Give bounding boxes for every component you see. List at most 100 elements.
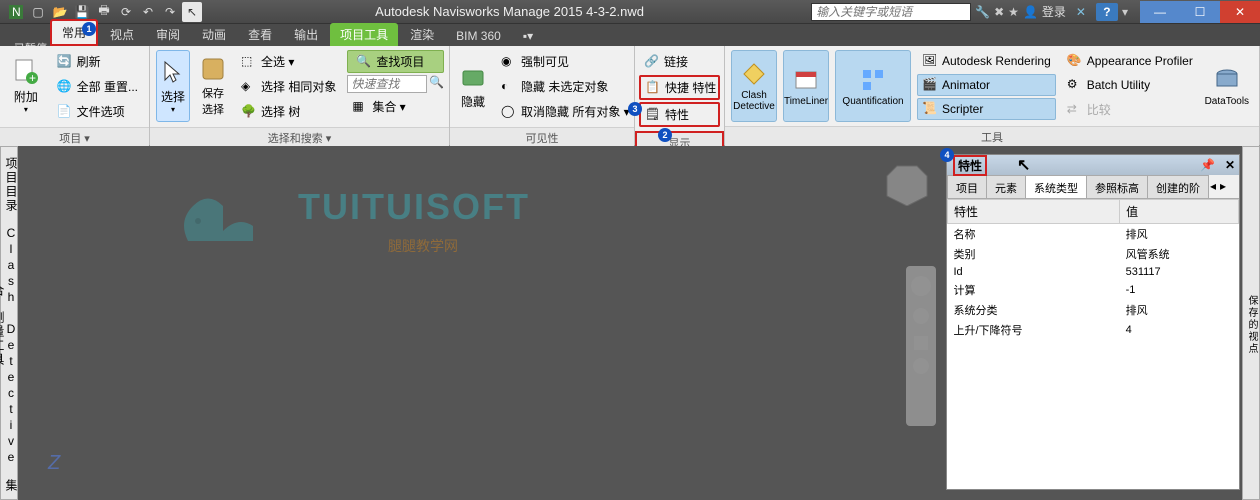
append-button[interactable]: + 附加▾: [6, 50, 46, 122]
timeliner-button[interactable]: TimeLiner: [783, 50, 829, 122]
right-dock-tab[interactable]: 保存的视点: [1242, 146, 1260, 500]
table-row: 系统分类排风: [948, 300, 1239, 320]
batch-icon: ⚙: [1067, 77, 1083, 93]
tab-output[interactable]: 输出: [284, 23, 328, 46]
tab-scroll-left-icon[interactable]: ◂: [1208, 175, 1218, 198]
tab-animation[interactable]: 动画: [192, 23, 236, 46]
exchange-icon[interactable]: ✖: [994, 5, 1004, 19]
panel-close-icon[interactable]: ✕: [1225, 158, 1235, 172]
login-label[interactable]: 登录: [1042, 3, 1066, 20]
star-icon[interactable]: ★: [1008, 5, 1019, 19]
undo-icon[interactable]: ↶: [138, 2, 158, 22]
tool-icon[interactable]: 🔧: [975, 5, 990, 19]
select-cursor-icon[interactable]: ↖: [182, 2, 202, 22]
view-cube[interactable]: [882, 156, 932, 206]
ptab-item[interactable]: 项目: [947, 175, 987, 198]
cursor-icon: [159, 58, 187, 86]
file-options-icon: 📄: [57, 104, 73, 120]
new-icon[interactable]: ▢: [28, 2, 48, 22]
select-button[interactable]: 选择▾: [156, 50, 190, 122]
find-items-button[interactable]: 🔍查找项目: [347, 50, 444, 73]
tree-icon: 🌳: [241, 104, 257, 120]
clash-detective-button[interactable]: Clash Detective: [731, 50, 777, 122]
redo-icon[interactable]: ↷: [160, 2, 180, 22]
appearance-profiler-button[interactable]: 🎨Appearance Profiler: [1062, 50, 1198, 72]
select-all-button[interactable]: ⬚全选 ▾: [236, 50, 341, 73]
quick-props-button[interactable]: 📋快捷 特性: [639, 75, 720, 100]
tab-bim360[interactable]: BIM 360: [446, 26, 511, 46]
autodesk-rendering-button[interactable]: 🖼Autodesk Rendering: [917, 50, 1056, 72]
tab-render[interactable]: 渲染: [400, 23, 444, 46]
file-options-button[interactable]: 📄文件选项: [52, 100, 143, 123]
select-all-icon: ⬚: [241, 54, 257, 70]
ptab-system-type[interactable]: 系统类型: [1025, 175, 1087, 198]
table-row: 上升/下降符号4: [948, 320, 1239, 340]
tab-view[interactable]: 查看: [238, 23, 282, 46]
panel-title-project: 项目 ▾: [0, 127, 149, 148]
reset-all-button[interactable]: 🌐全部 重置...: [52, 75, 143, 98]
exchange-x-icon[interactable]: ✕: [1076, 5, 1086, 19]
hide-unselected-button[interactable]: ◐隐藏 未选定对象: [496, 75, 635, 98]
search-input[interactable]: [811, 3, 971, 21]
require-button[interactable]: ◉强制可见: [496, 50, 635, 73]
title-bar: N ▢ 📂 💾 🖶 ⟳ ↶ ↷ ↖ Autodesk Navisworks Ma…: [0, 0, 1260, 24]
tab-item-tools[interactable]: 项目工具: [330, 23, 398, 46]
tab-review[interactable]: 审阅: [146, 23, 190, 46]
refresh-button[interactable]: 🔄刷新: [52, 50, 143, 73]
ptab-created-phase[interactable]: 创建的阶: [1147, 175, 1209, 198]
batch-utility-button[interactable]: ⚙Batch Utility: [1062, 74, 1198, 96]
marker-2: 2: [658, 128, 672, 142]
selection-tree-button[interactable]: 🌳选择 树: [236, 100, 341, 123]
select-same-button[interactable]: ◈选择 相同对象: [236, 75, 341, 98]
unhide-all-button[interactable]: ◯取消隐藏 所有对象 ▾: [496, 100, 635, 123]
scripter-button[interactable]: 📜Scripter: [917, 98, 1056, 120]
unhide-icon: ◯: [501, 104, 517, 120]
app-menu-icon[interactable]: N: [6, 2, 26, 22]
links-button[interactable]: 🔗链接: [639, 50, 720, 73]
render-icon: 🖼: [922, 53, 938, 69]
quick-find-input[interactable]: [347, 75, 427, 93]
quantification-button[interactable]: Quantification: [835, 50, 911, 122]
col-property: 特性: [948, 200, 1120, 224]
tab-scroll-right-icon[interactable]: ▸: [1218, 175, 1228, 198]
quant-icon: [859, 66, 887, 94]
ptab-element[interactable]: 元素: [986, 175, 1026, 198]
tab-viewpoint[interactable]: 视点: [100, 23, 144, 46]
pin-icon[interactable]: 📌: [1200, 158, 1215, 172]
tab-extra-icon[interactable]: ▪▾: [513, 26, 543, 46]
properties-tabs: 项目 元素 系统类型 参照标高 创建的阶 ◂ ▸: [947, 175, 1239, 199]
table-row: 类别风管系统: [948, 244, 1239, 264]
watermark-logo: [168, 181, 278, 264]
hide-icon: [459, 63, 487, 91]
left-dock-tabs[interactable]: 项目目录 Clash Detective 集合 测量工具: [0, 146, 18, 500]
scripter-icon: 📜: [922, 101, 938, 117]
ptab-ref-level[interactable]: 参照标高: [1086, 175, 1148, 198]
maximize-button[interactable]: ☐: [1180, 1, 1220, 23]
timeliner-icon: [792, 66, 820, 94]
compare-button[interactable]: ⇄比较: [1062, 98, 1198, 121]
hide-button[interactable]: 隐藏: [456, 50, 490, 122]
datatools-icon: [1213, 66, 1241, 94]
refresh-icon[interactable]: ⟳: [116, 2, 136, 22]
properties-title-bar[interactable]: 特性 ↖ 📌 ✕: [947, 155, 1239, 175]
user-icon[interactable]: 👤: [1023, 5, 1038, 19]
panel-project: + 附加▾ 🔄刷新 🌐全部 重置... 📄文件选项 项目 ▾: [0, 46, 150, 145]
app-title: Autodesk Navisworks Manage 2015 4-3-2.nw…: [208, 4, 811, 19]
dropdown-icon[interactable]: ▾: [1122, 5, 1128, 19]
close-button[interactable]: ✕: [1220, 1, 1260, 23]
quick-props-icon: 📋: [645, 80, 661, 96]
search-go-icon[interactable]: 🔍: [429, 75, 444, 93]
sets-button[interactable]: ▦集合 ▾: [347, 95, 444, 118]
properties-button[interactable]: 🗒特性: [639, 102, 720, 127]
print-icon[interactable]: 🖶: [94, 2, 114, 22]
marker-4: 4: [940, 148, 954, 162]
sets-icon: ▦: [352, 99, 368, 115]
svg-text:N: N: [12, 5, 21, 19]
navigation-bar[interactable]: [906, 266, 936, 426]
datatools-button[interactable]: DataTools: [1204, 50, 1250, 122]
minimize-button[interactable]: —: [1140, 1, 1180, 23]
save-selection-button[interactable]: 保存 选择: [196, 50, 230, 122]
help-icon[interactable]: ?: [1096, 3, 1118, 21]
properties-title: 特性: [953, 155, 987, 176]
animator-button[interactable]: 🎬Animator: [917, 74, 1056, 96]
